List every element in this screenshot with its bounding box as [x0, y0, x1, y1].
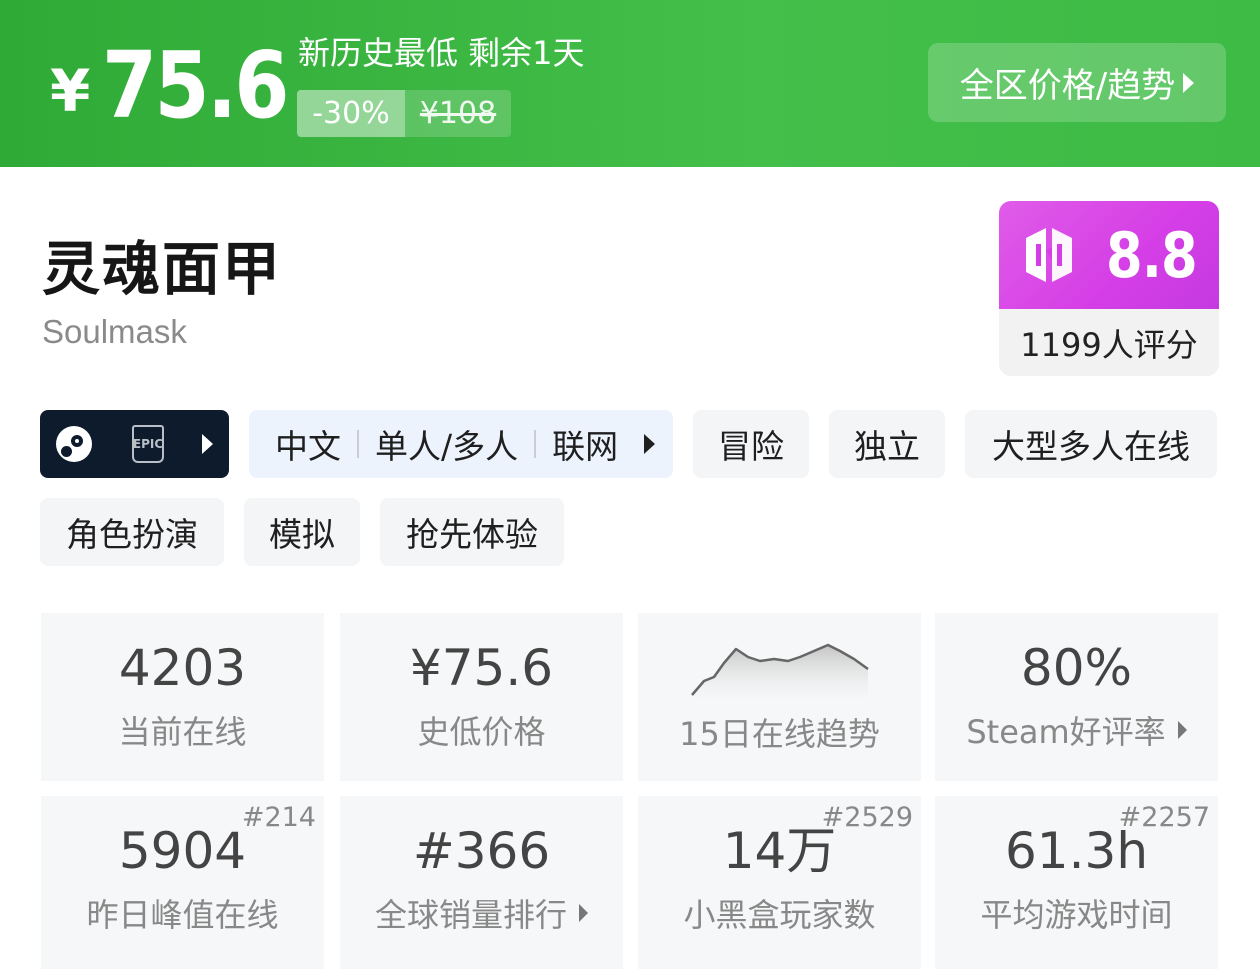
score-card[interactable]: 8.8 1199人评分: [999, 201, 1219, 376]
price-trend-label: 全区价格/趋势: [959, 66, 1176, 106]
language-mode-tag[interactable]: 中文 单人/多人 联网: [249, 410, 673, 478]
chevron-right-icon: [579, 904, 588, 922]
original-price: ¥108: [419, 96, 497, 131]
mode-single-multi: 单人/多人: [375, 427, 519, 466]
price-banner: ¥ 75.6 新历史最低 剩余1天 -30% ¥108 全区价格/趋势: [0, 0, 1260, 167]
divider: [534, 430, 537, 458]
heybox-logo-icon: [1025, 228, 1072, 282]
stat-value: 61.3h: [1004, 822, 1149, 880]
chevron-right-icon: [644, 434, 656, 454]
tag-simulation[interactable]: 模拟: [244, 498, 360, 566]
stat-value: 4203: [118, 639, 247, 697]
steam-icon: [56, 426, 92, 462]
stat-value: 80%: [1020, 639, 1133, 697]
currency-symbol: ¥: [50, 57, 91, 125]
epic-games-icon: EPIC: [132, 425, 164, 463]
score-value: 8.8: [1105, 218, 1198, 292]
deal-note: 新历史最低 剩余1天: [298, 34, 585, 72]
game-subtitle: Soulmask: [42, 313, 187, 350]
stat-label: Steam好评率: [966, 713, 1166, 751]
stat-steam-rating[interactable]: 80% Steam好评率: [935, 613, 1218, 781]
stat-value: 14万: [722, 822, 837, 880]
chevron-right-icon: [202, 434, 213, 454]
tag-rpg[interactable]: 角色扮演: [40, 498, 224, 566]
discount-badge: -30% ¥108: [297, 90, 511, 137]
tag-adventure[interactable]: 冒险: [693, 410, 809, 478]
current-price: ¥ 75.6: [50, 30, 317, 140]
stat-label: 昨日峰值在线: [86, 896, 279, 934]
stat-label: 小黑盒玩家数: [683, 896, 876, 934]
stat-heybox-players[interactable]: #2529 14万 小黑盒玩家数: [638, 796, 921, 969]
stat-rank: #2257: [1118, 802, 1210, 833]
score-header: 8.8: [999, 201, 1219, 309]
chevron-right-icon: [1183, 72, 1195, 93]
stat-global-sales-rank[interactable]: #366 全球销量排行: [340, 796, 623, 969]
game-title: 灵魂面甲: [42, 235, 283, 303]
stat-rank: #2529: [821, 802, 913, 833]
chevron-right-icon: [1177, 721, 1187, 739]
price-trend-button[interactable]: 全区价格/趋势: [928, 43, 1226, 122]
lang-chinese: 中文: [275, 427, 341, 466]
stat-label: 平均游戏时间: [980, 896, 1173, 934]
stat-value: 5904: [118, 822, 247, 880]
stat-label-row: Steam好评率: [966, 707, 1187, 753]
stat-value: #366: [412, 822, 551, 880]
stat-rank: #214: [241, 802, 316, 833]
stat-label: 史低价格: [417, 713, 546, 751]
store-platforms-tag[interactable]: EPIC: [40, 410, 229, 478]
price-amount: 75.6: [102, 31, 289, 139]
stat-lowest-price[interactable]: ¥75.6 史低价格: [340, 613, 623, 781]
tag-indie[interactable]: 独立: [829, 410, 945, 478]
stat-label-row: 全球销量排行: [375, 890, 588, 936]
tag-mmo[interactable]: 大型多人在线: [965, 410, 1217, 478]
stat-current-online[interactable]: 4203 当前在线: [41, 613, 324, 781]
stat-label: 全球销量排行: [374, 896, 567, 934]
score-raters: 1199人评分: [1020, 325, 1198, 364]
stat-peak-online[interactable]: #214 5904 昨日峰值在线: [41, 796, 324, 969]
stat-online-trend[interactable]: 15日在线趋势: [638, 613, 921, 781]
mode-online: 联网: [552, 427, 619, 466]
stat-avg-playtime[interactable]: #2257 61.3h 平均游戏时间: [935, 796, 1218, 969]
divider: [357, 430, 359, 458]
stat-label: 15日在线趋势: [679, 715, 880, 753]
stat-label: 当前在线: [118, 713, 247, 751]
discount-percent: -30%: [297, 90, 405, 137]
stat-value: ¥75.6: [409, 639, 554, 697]
trend-sparkline: [690, 643, 869, 701]
tag-early-access[interactable]: 抢先体验: [380, 498, 564, 566]
